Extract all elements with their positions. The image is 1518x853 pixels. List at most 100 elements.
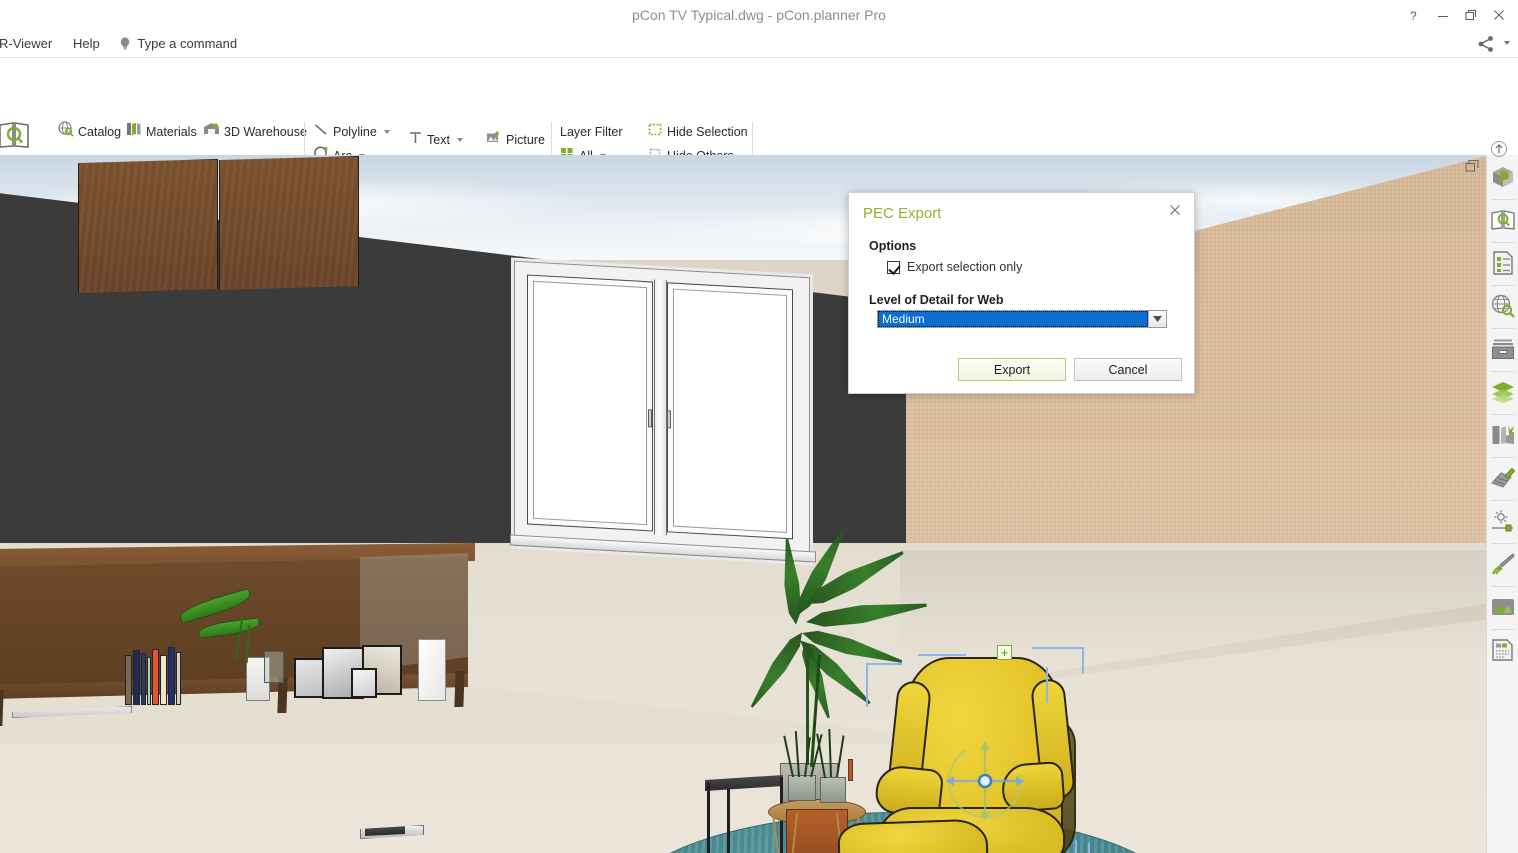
polyline-button[interactable]: Polyline [314, 122, 390, 142]
text-label: Text [427, 133, 450, 147]
rail-item-online-search[interactable] [1488, 288, 1518, 326]
scene-white-box [418, 639, 446, 701]
chevron-down-icon[interactable] [383, 130, 390, 134]
scene-sideboard-leg [454, 671, 465, 707]
menu-item-type-a-command[interactable]: Type a command [112, 30, 244, 58]
chevron-down-icon[interactable] [1504, 41, 1510, 45]
materials-icon [126, 121, 142, 143]
layer-filter-button[interactable]: Layer Filter [560, 122, 623, 142]
polyline-icon [314, 122, 329, 143]
picture-button[interactable]: Picture [486, 130, 545, 150]
rail-divider [1490, 500, 1515, 501]
scene-sideboard-door-2 [219, 156, 359, 290]
scene-window [514, 260, 810, 563]
light-slider-icon [1491, 510, 1515, 535]
document-title: pCon TV Typical.dwg - pCon.planner Pro [632, 7, 886, 23]
hide-selection-icon [648, 122, 663, 143]
close-button[interactable] [1486, 3, 1512, 27]
help-button[interactable]: ? [1402, 3, 1428, 27]
rail-divider [1490, 285, 1515, 286]
selection-bracket [918, 654, 966, 662]
rail-item-archive[interactable] [1488, 331, 1518, 369]
rail-item-object-tools[interactable] [1488, 159, 1518, 197]
transform-gizmo[interactable] [937, 733, 1033, 829]
window-handle-left [648, 409, 652, 428]
close-icon[interactable] [1164, 200, 1186, 220]
materials-label: Materials [146, 125, 197, 139]
scene-picture-frame [351, 668, 377, 698]
warehouse-icon [203, 121, 220, 143]
minimize-button[interactable] [1430, 3, 1456, 27]
level-of-detail-label: Level of Detail for Web [869, 293, 1004, 307]
restore-button[interactable] [1458, 3, 1484, 27]
menu-item-help[interactable]: Help [66, 30, 107, 58]
menu-item-r-viewer[interactable]: R-Viewer [0, 30, 59, 58]
level-of-detail-select[interactable]: Medium [877, 310, 1167, 328]
materials-burst-icon [1491, 423, 1515, 450]
book-search-icon [1490, 209, 1515, 234]
scene-planter [788, 775, 816, 801]
rail-divider [1490, 586, 1515, 587]
dialog-button-row: Export Cancel [958, 358, 1182, 381]
rail-item-textures[interactable] [1488, 460, 1518, 498]
level-of-detail-value[interactable]: Medium [878, 311, 1148, 327]
scene-book-row [125, 645, 185, 705]
rail-divider [1490, 371, 1515, 372]
options-label: Options [869, 239, 917, 253]
scene-c-table-leg [727, 789, 730, 853]
rail-item-catalog[interactable] [1488, 202, 1518, 240]
rail-item-draw-tools[interactable] [1488, 546, 1518, 584]
globe-search-icon [1491, 294, 1515, 321]
scene-vase-glass [264, 651, 284, 683]
picture-label: Picture [506, 133, 545, 147]
rail-divider [1490, 328, 1515, 329]
catalog-button[interactable]: Catalog [58, 121, 122, 142]
texture-pen-icon [1490, 467, 1515, 492]
layers-icon [1491, 381, 1515, 406]
selection-bracket [1075, 840, 1077, 853]
layer-filter-label: Layer Filter [560, 125, 623, 139]
svg-text:?: ? [1410, 9, 1417, 22]
window-mullion [654, 279, 667, 536]
rail-item-images[interactable] [1488, 589, 1518, 627]
rail-divider [1490, 199, 1515, 200]
share-icon[interactable] [1476, 34, 1496, 54]
3d-warehouse-button[interactable]: 3D Warehouse [203, 122, 307, 142]
export-button[interactable]: Export [958, 358, 1066, 381]
cancel-button[interactable]: Cancel [1074, 358, 1182, 381]
rail-divider [1490, 242, 1515, 243]
export-selection-only-row[interactable]: Export selection only [887, 260, 1022, 274]
rail-item-reports[interactable] [1488, 632, 1518, 670]
title-bar: pCon TV Typical.dwg - pCon.planner Pro ? [0, 0, 1518, 30]
archive-box-icon [1491, 338, 1515, 363]
properties-list-icon [1492, 250, 1514, 278]
materials-button[interactable]: Materials [126, 122, 197, 142]
pec-export-dialog[interactable]: PEC Export Options Export selection only… [848, 192, 1195, 394]
scene-c-table-leg [707, 783, 710, 853]
text-button[interactable]: Text [408, 130, 463, 150]
ribbon: Products Catalog Materials [0, 58, 1518, 207]
rail-item-layers[interactable] [1488, 374, 1518, 412]
selection-bracket [1046, 667, 1074, 703]
restore-viewport-icon[interactable] [1465, 159, 1481, 173]
window-handle-right [667, 410, 671, 429]
selection-bracket [866, 663, 902, 707]
export-selection-only-checkbox[interactable] [887, 260, 900, 274]
cube-wrench-icon [1491, 165, 1515, 192]
hide-selection-button[interactable]: Hide Selection [648, 122, 748, 142]
dialog-title: PEC Export [863, 205, 942, 222]
viewport-3d[interactable]: + [0, 155, 1486, 853]
selection-bracket [1046, 843, 1090, 853]
rail-item-lighting[interactable] [1488, 503, 1518, 541]
rail-item-properties[interactable] [1488, 245, 1518, 283]
chevron-down-icon[interactable] [1148, 311, 1166, 327]
rail-divider [1490, 457, 1515, 458]
selection-add-icon[interactable]: + [997, 645, 1012, 660]
collapse-ribbon-arrow-icon[interactable] [1490, 140, 1508, 158]
chevron-down-icon[interactable] [456, 138, 463, 142]
image-icon [1491, 598, 1515, 619]
lightbulb-icon [119, 33, 131, 50]
catalog-label: Catalog [78, 125, 122, 139]
rail-item-materials[interactable] [1488, 417, 1518, 455]
book-search-icon [0, 120, 30, 153]
